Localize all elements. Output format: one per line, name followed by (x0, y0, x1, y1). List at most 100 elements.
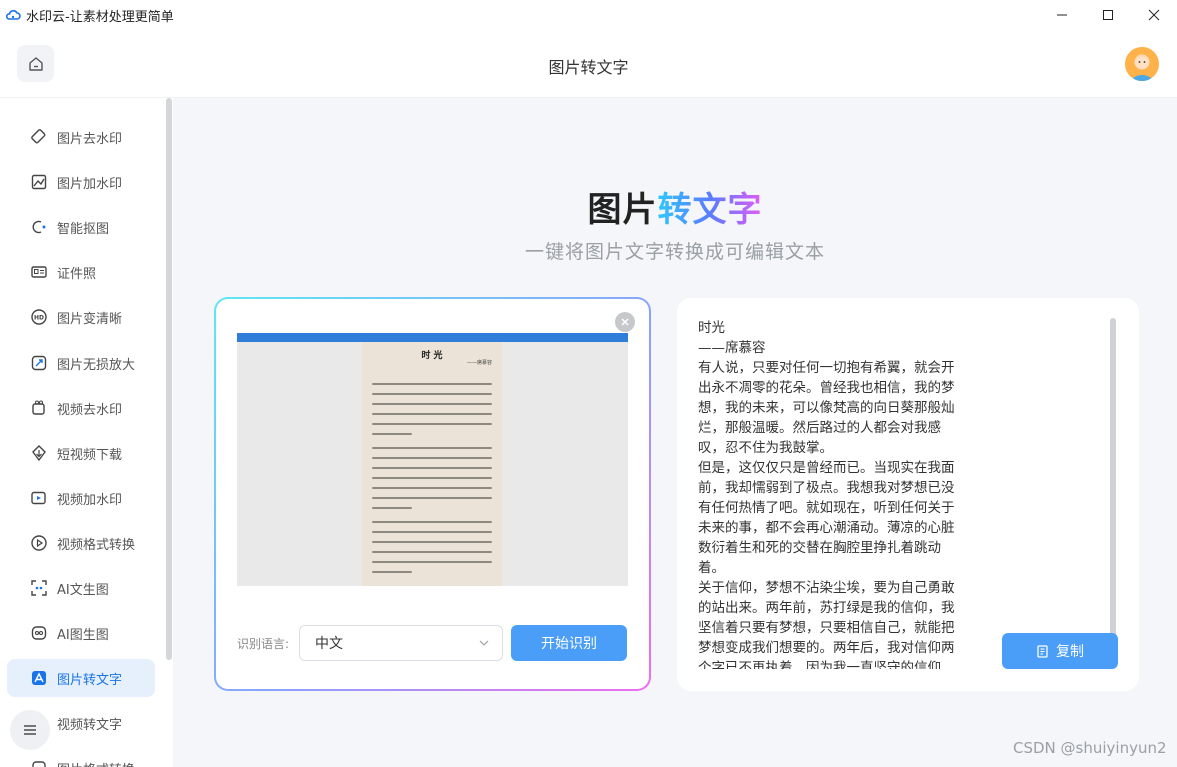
preview-text-line (372, 447, 492, 449)
maximize-button[interactable] (1085, 0, 1131, 30)
result-text[interactable]: 时光 ——席慕容 有人说，只要对任何一切抱有希翼，就会开出永不凋零的花朵。曾经我… (698, 318, 960, 669)
sidebar-item-image-remove-watermark[interactable]: 图片去水印 (7, 118, 155, 156)
sidebar-item-label: 视频格式转换 (57, 537, 136, 553)
page-title: 图片转文字 (548, 58, 629, 77)
sidebar-item-label: 智能抠图 (57, 221, 110, 237)
user-avatar-icon (1125, 47, 1159, 81)
uploaded-image-preview: 时 光 ——席慕容 (237, 333, 628, 586)
sidebar-item-image-add-watermark[interactable]: 图片加水印 (7, 163, 155, 201)
hero-title-part1: 图片 (587, 190, 658, 230)
minimize-icon (1057, 14, 1067, 16)
copy-button[interactable]: 复制 (1002, 633, 1118, 669)
preview-text-line (372, 551, 492, 553)
language-value: 中文 (315, 636, 343, 652)
upload-card: 时 光 ——席慕容 识别语言: 中文 开始识别 (214, 297, 651, 691)
menu-icon (24, 725, 36, 735)
preview-text-line (372, 423, 492, 425)
sidebar-item-id-photo[interactable]: 证件照 (7, 253, 155, 291)
result-line: 但是，这仅仅只是曾经而已。当现实在我面前，我却懦弱到了极点。我想我对梦想已没有任… (698, 460, 955, 576)
svg-text:HD: HD (34, 315, 44, 322)
ai-image-image-icon (29, 623, 49, 643)
start-recognition-button[interactable]: 开始识别 (511, 625, 627, 661)
avatar[interactable] (1125, 47, 1159, 81)
main-content: 图片转文字 一键将图片文字转换成可编辑文本 时 光 ——席慕容 识别语言: 中文… (173, 98, 1177, 767)
sidebar-item-video-format-convert[interactable]: 视频格式转换 (7, 524, 155, 562)
result-line: 有人说，只要对任何一切抱有希翼，就会开出永不凋零的花朵。曾经我也相信，我的梦想，… (698, 360, 955, 456)
enlarge-icon (29, 353, 49, 373)
sidebar-item-label: AI图生图 (57, 627, 109, 643)
sidebar-item-image-format-convert[interactable]: 图片格式转换 (7, 749, 155, 767)
play-circle-icon (29, 533, 49, 553)
preview-text-line (372, 571, 412, 573)
sidebar-item-label: AI文生图 (57, 582, 109, 598)
eraser-icon (29, 127, 49, 147)
sidebar-item-label: 图片转文字 (57, 672, 123, 688)
sidebar-item-label: 图片无损放大 (57, 357, 136, 373)
id-card-icon (29, 262, 49, 282)
sidebar-item-ai-image-to-image[interactable]: AI图生图 (7, 614, 155, 652)
sidebar-item-label: 图片格式转换 (57, 759, 135, 767)
preview-text-line (372, 433, 412, 435)
preview-text-line (372, 531, 492, 533)
preview-text-line (372, 521, 492, 523)
minimize-button[interactable] (1039, 0, 1085, 30)
hero-title-part2: 转文字 (657, 190, 763, 230)
hd-icon: HD (29, 307, 49, 327)
format-icon (29, 758, 49, 767)
video-eraser-icon (29, 398, 49, 418)
language-select[interactable]: 中文 (299, 625, 503, 661)
maximize-icon (1103, 10, 1113, 20)
sidebar-item-image-sharpen[interactable]: HD 图片变清晰 (7, 298, 155, 336)
collapse-sidebar-button[interactable] (10, 710, 50, 750)
preview-text-line (372, 457, 492, 459)
sidebar-item-label: 图片去水印 (57, 131, 123, 147)
preview-author: ——席慕容 (466, 360, 492, 366)
sidebar-item-video-add-watermark[interactable]: 视频加水印 (7, 479, 155, 517)
sidebar-item-label: 证件照 (57, 266, 97, 282)
sidebar-item-label: 视频转文字 (57, 717, 123, 733)
copy-label: 复制 (1056, 644, 1084, 660)
hero-title: 图片转文字 (173, 182, 1177, 231)
image-add-icon (29, 172, 49, 192)
remove-image-button[interactable] (615, 312, 635, 332)
close-icon (621, 318, 629, 326)
sidebar-scrollbar[interactable] (166, 98, 172, 660)
preview-text-line (372, 487, 492, 489)
sidebar-item-smart-cutout[interactable]: 智能抠图 (7, 208, 155, 246)
preview-text-line (372, 413, 492, 415)
sidebar-item-video-remove-watermark[interactable]: 视频去水印 (7, 389, 155, 427)
cutout-icon (29, 217, 49, 237)
preview-text-line (372, 497, 492, 499)
result-scrollbar[interactable] (1110, 318, 1116, 650)
close-window-button[interactable] (1131, 0, 1177, 30)
app-header: 图片转文字 (0, 30, 1177, 98)
result-line: 关于信仰，梦想不沾染尘埃，要为自己勇敢的站出来。两年前，苏打绿是我的信仰，我坚信… (698, 580, 955, 669)
sidebar-item-image-to-text[interactable]: 图片转文字 (7, 659, 155, 697)
language-label: 识别语言: (237, 637, 290, 651)
hero-subtitle: 一键将图片文字转换成可编辑文本 (524, 241, 825, 263)
preview-text-line (372, 541, 492, 543)
download-icon (29, 443, 49, 463)
preview-text-line (372, 477, 492, 479)
preview-text-line (372, 393, 492, 395)
sidebar-item-label: 视频加水印 (57, 492, 123, 508)
preview-text-line (372, 561, 492, 563)
sidebar: 图片去水印 图片加水印 智能抠图 证件照 HD 图片变清晰 图片无损放大 视频去… (0, 98, 173, 767)
close-icon (1148, 9, 1160, 21)
cloud-logo-icon (5, 7, 21, 23)
sidebar-item-label: 图片加水印 (57, 176, 123, 192)
sidebar-item-ai-text-to-image[interactable]: AI文生图 (7, 569, 155, 607)
sidebar-item-label: 视频去水印 (57, 402, 123, 418)
preview-text-line (372, 383, 492, 385)
sidebar-item-short-video-download[interactable]: 短视频下载 (7, 434, 155, 472)
result-card: 时光 ——席慕容 有人说，只要对任何一切抱有希翼，就会开出永不凋零的花朵。曾经我… (677, 298, 1139, 691)
title-bar: 水印云-让素材处理更简单 (0, 0, 1177, 30)
chevron-down-icon (478, 637, 490, 653)
sidebar-item-image-enlarge[interactable]: 图片无损放大 (7, 344, 155, 382)
preview-text-line (372, 507, 412, 509)
result-line: ——席慕容 (698, 340, 766, 356)
preview-text-line (372, 403, 492, 405)
video-add-icon (29, 488, 49, 508)
sidebar-item-label: 图片变清晰 (57, 311, 123, 327)
result-line: 时光 (698, 320, 725, 336)
